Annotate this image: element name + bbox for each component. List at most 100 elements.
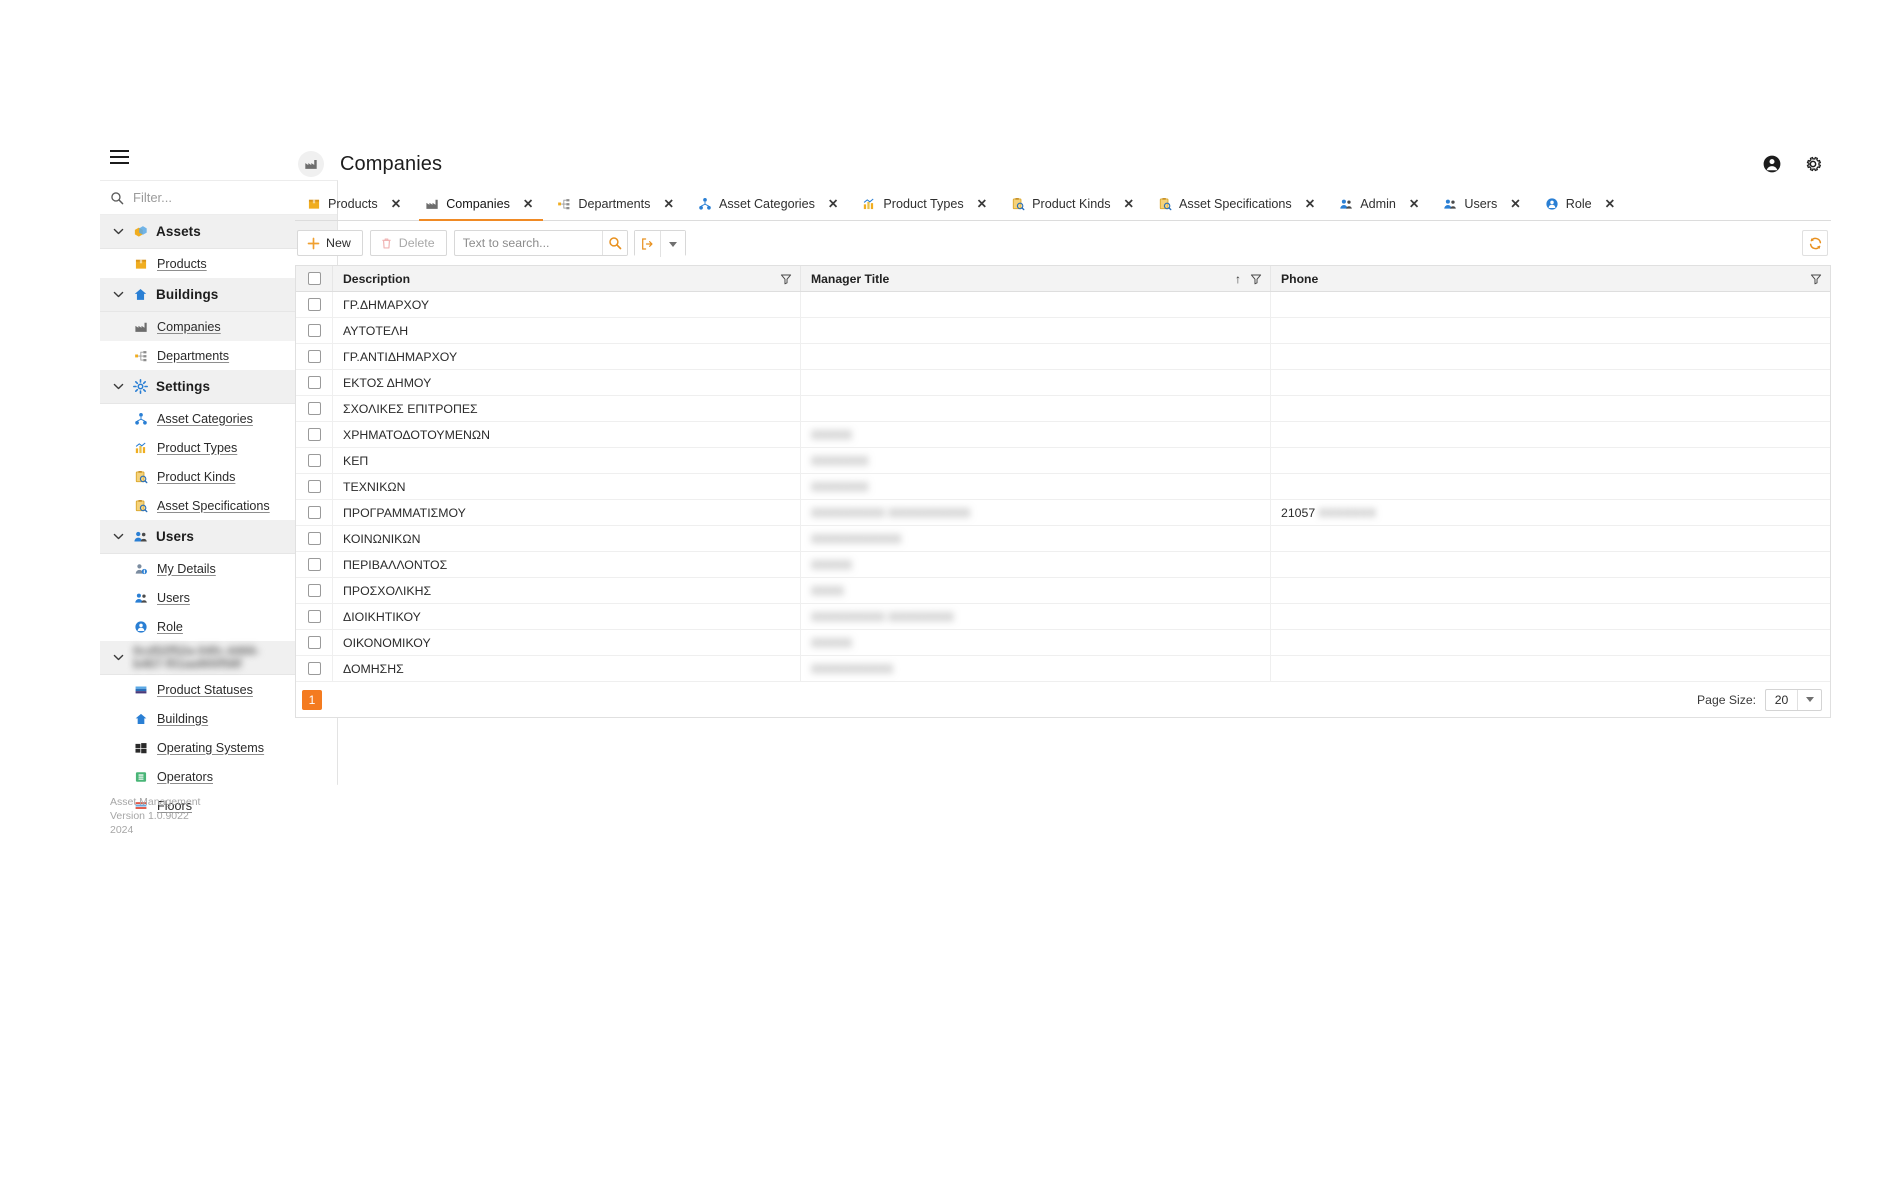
delete-button[interactable]: Delete (369, 230, 447, 256)
tab-close-icon[interactable]: ✕ (1510, 198, 1520, 211)
row-select-cell[interactable] (296, 318, 333, 343)
row-checkbox[interactable] (307, 558, 321, 571)
table-row[interactable]: ΕΚΤΟΣ ΔΗΜΟΥ (296, 370, 1830, 396)
gear-icon (133, 379, 148, 394)
tab-close-icon[interactable]: ✕ (977, 198, 987, 211)
row-checkbox[interactable] (307, 350, 321, 363)
row-select-cell[interactable] (296, 370, 333, 395)
column-header-manager-title[interactable]: Manager Title ↑ (801, 266, 1271, 291)
search-input[interactable] (454, 231, 602, 255)
row-checkbox[interactable] (307, 428, 321, 441)
search-submit-button[interactable] (601, 231, 627, 255)
tab-close-icon[interactable]: ✕ (663, 198, 673, 211)
row-checkbox[interactable] (307, 506, 321, 519)
export-dropdown-button[interactable] (659, 231, 685, 257)
tab-close-icon[interactable]: ✕ (391, 198, 401, 211)
row-checkbox[interactable] (307, 454, 321, 467)
table-row[interactable]: ΔΟΜΗΣΗΣ ΧΧΧΧΧΧΧΧΧΧ (296, 656, 1830, 682)
tab-close-icon[interactable]: ✕ (1409, 198, 1419, 211)
sort-ascending-icon[interactable]: ↑ (1235, 273, 1241, 285)
hamburger-menu-button[interactable] (102, 140, 136, 174)
search-box[interactable] (453, 230, 628, 256)
cell-phone (1271, 370, 1830, 395)
row-checkbox[interactable] (307, 532, 321, 545)
column-header-phone[interactable]: Phone (1271, 266, 1830, 291)
cell-value-redacted: ΧΧΧΧΧΧΧΧΧ ΧΧΧΧΧΧΧΧ (811, 609, 954, 624)
tab-close-icon[interactable]: ✕ (828, 198, 838, 211)
new-button[interactable]: New (297, 230, 363, 256)
row-select-cell[interactable] (296, 604, 333, 629)
filter-icon[interactable] (1250, 273, 1262, 285)
table-row[interactable]: ΚΟΙΝΩΝΙΚΩΝ ΧΧΧΧΧΧΧΧΧΧΧ (296, 526, 1830, 552)
cell-value-redacted: ΧΧΧΧΧ (811, 427, 853, 442)
tab-close-icon[interactable]: ✕ (1605, 198, 1615, 211)
tab-companies[interactable]: Companies ✕ (415, 188, 547, 221)
row-checkbox[interactable] (307, 610, 321, 623)
tab-product-kinds[interactable]: Product Kinds ✕ (1001, 188, 1148, 220)
filter-icon[interactable] (780, 273, 792, 285)
user-detail-icon (135, 563, 147, 574)
table-row[interactable]: ΠΡΟΣΧΟΛΙΚΗΣ ΧΧΧΧ (296, 578, 1830, 604)
table-row[interactable]: ΓΡ.ΑΝΤΙΔΗΜΑΡΧΟΥ (296, 344, 1830, 370)
table-row[interactable]: ΓΡ.ΔΗΜΑΡΧΟΥ (296, 292, 1830, 318)
filter-icon[interactable] (1810, 273, 1822, 285)
row-select-cell[interactable] (296, 500, 333, 525)
tab-asset-specifications[interactable]: Asset Specifications ✕ (1148, 188, 1329, 220)
row-select-cell[interactable] (296, 552, 333, 577)
row-checkbox[interactable] (307, 636, 321, 649)
tab-departments[interactable]: Departments ✕ (547, 188, 688, 220)
tab-label: Product Kinds (1032, 197, 1111, 211)
tab-close-icon[interactable]: ✕ (1305, 198, 1315, 211)
row-select-cell[interactable] (296, 526, 333, 551)
tab-close-icon[interactable]: ✕ (523, 198, 533, 211)
tab-asset-categories[interactable]: Asset Categories ✕ (688, 188, 852, 220)
windows-icon (134, 741, 148, 755)
tab-close-icon[interactable]: ✕ (1124, 198, 1134, 211)
row-checkbox[interactable] (307, 402, 321, 415)
table-row[interactable]: ΚΕΠ ΧΧΧΧΧΧΧ (296, 448, 1830, 474)
table-row[interactable]: ΟΙΚΟΝΟΜΙΚΟΥ ΧΧΧΧΧ (296, 630, 1830, 656)
column-header-description[interactable]: Description (333, 266, 801, 291)
export-button[interactable] (634, 231, 660, 257)
table-row[interactable]: ΠΡΟΓΡΑΜΜΑΤΙΣΜΟΥ ΧΧΧΧΧΧΧΧΧ ΧΧΧΧΧΧΧΧΧΧ 21057… (296, 500, 1830, 526)
tab-role[interactable]: Role ✕ (1535, 188, 1629, 220)
tab-users[interactable]: Users ✕ (1433, 188, 1534, 220)
table-row[interactable]: ΧΡΗΜΑΤΟΔΟΤΟΥΜΕΝΩΝ ΧΧΧΧΧ (296, 422, 1830, 448)
row-select-cell[interactable] (296, 630, 333, 655)
account-circle-icon[interactable] (1762, 154, 1782, 174)
tab-admin[interactable]: Admin ✕ (1329, 188, 1433, 220)
refresh-button[interactable] (1802, 230, 1828, 256)
row-checkbox[interactable] (307, 324, 321, 337)
row-select-cell[interactable] (296, 396, 333, 421)
row-select-cell[interactable] (296, 578, 333, 603)
sidebar-filter-input[interactable] (133, 190, 308, 205)
tab-products[interactable]: Products ✕ (297, 188, 415, 220)
select-all-cell[interactable] (296, 266, 333, 291)
table-row[interactable]: ΣΧΟΛΙΚΕΣ ΕΠΙΤΡΟΠΕΣ (296, 396, 1830, 422)
tab-product-types[interactable]: Product Types ✕ (852, 188, 1001, 220)
row-select-cell[interactable] (296, 344, 333, 369)
page-number-button[interactable]: 1 (302, 689, 322, 710)
row-select-cell[interactable] (296, 292, 333, 317)
table-row[interactable]: ΔΙΟΙΚΗΤΙΚΟΥ ΧΧΧΧΧΧΧΧΧ ΧΧΧΧΧΧΧΧ (296, 604, 1830, 630)
cell-description: ΠΡΟΣΧΟΛΙΚΗΣ (333, 578, 801, 603)
row-select-cell[interactable] (296, 474, 333, 499)
page-size-dropdown-button[interactable] (1797, 689, 1821, 710)
table-row[interactable]: ΑΥΤΟΤΕΛΗ (296, 318, 1830, 344)
row-checkbox[interactable] (307, 662, 321, 675)
table-row[interactable]: ΤΕΧΝΙΚΩΝ ΧΧΧΧΧΧΧ (296, 474, 1830, 500)
row-select-cell[interactable] (296, 656, 333, 681)
row-checkbox[interactable] (307, 298, 321, 311)
row-select-cell[interactable] (296, 448, 333, 473)
row-checkbox[interactable] (307, 480, 321, 493)
gear-icon[interactable] (1803, 154, 1823, 174)
row-checkbox[interactable] (307, 376, 321, 389)
row-checkbox[interactable] (307, 584, 321, 597)
table-row[interactable]: ΠΕΡΙΒΑΛΛΟΝΤΟΣ ΧΧΧΧΧ (296, 552, 1830, 578)
row-select-cell[interactable] (296, 422, 333, 447)
page-size-select[interactable]: 20 (1765, 688, 1822, 711)
refresh-icon (1809, 237, 1821, 249)
footer-product: Asset Management (110, 796, 201, 808)
select-all-checkbox[interactable] (307, 272, 321, 285)
assets-icon (134, 226, 147, 237)
